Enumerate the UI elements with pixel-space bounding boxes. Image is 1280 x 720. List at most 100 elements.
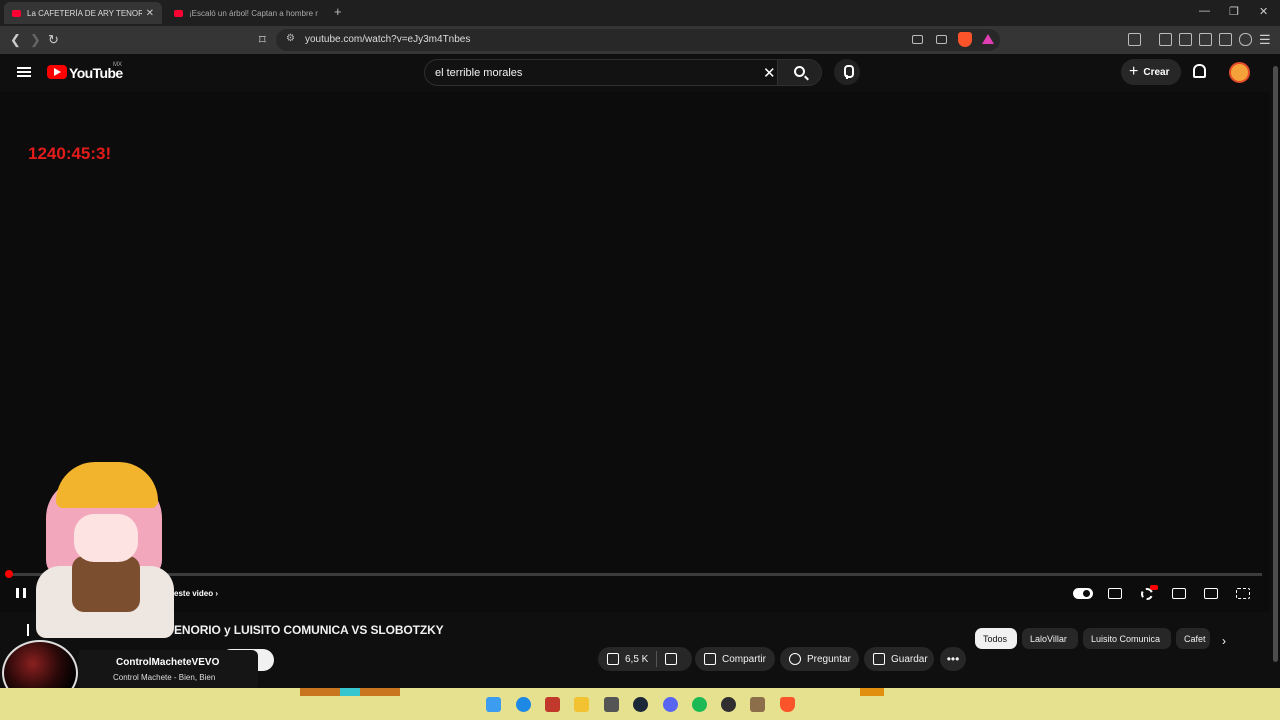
bookmark-icon[interactable]: ⌑ [259, 32, 266, 48]
save-button[interactable]: Guardar [864, 647, 934, 671]
scrollbar-thumb[interactable] [1273, 66, 1278, 662]
leo-ai-icon[interactable] [1219, 33, 1232, 46]
edge-icon[interactable] [516, 697, 531, 712]
app-cube-icon[interactable] [604, 697, 619, 712]
discord-icon[interactable] [663, 697, 678, 712]
country-code: MX [113, 62, 122, 68]
share-icon [704, 653, 716, 665]
brave-taskbar-icon[interactable] [780, 697, 795, 712]
cast-icon[interactable] [912, 35, 923, 44]
app-icon[interactable] [750, 697, 765, 712]
tab-close-icon[interactable]: ✕ [146, 8, 154, 19]
window-close-icon[interactable]: ✕ [1259, 5, 1268, 18]
search-icon [794, 66, 805, 77]
obs-icon[interactable] [721, 697, 736, 712]
progress-bar[interactable] [8, 573, 1262, 576]
vtuber-face [74, 514, 138, 562]
app-icon[interactable] [545, 697, 560, 712]
like-divider [656, 651, 658, 667]
tab-title: La CAFETERÍA DE ARY TENORIO [27, 8, 142, 18]
voice-search-icon[interactable] [834, 59, 860, 85]
youtube-header: YouTube MX el terrible morales ✕ + Crear [0, 54, 1270, 92]
minimize-icon[interactable]: — [1199, 5, 1210, 17]
chip-label: LaloVillar [1030, 633, 1067, 644]
forward-icon[interactable]: ❯ [30, 32, 41, 48]
thumbs-down-icon[interactable] [665, 653, 678, 665]
sparkle-icon [789, 653, 801, 665]
youtube-favicon-icon [174, 9, 183, 17]
media-icon[interactable] [1159, 33, 1172, 46]
save-label: Guardar [891, 653, 928, 665]
like-dislike-group[interactable]: 6,5 K [598, 647, 692, 671]
windows-start-icon[interactable] [486, 697, 501, 712]
tab-active[interactable]: La CAFETERÍA DE ARY TENORIO ✕ [4, 2, 162, 24]
reading-list-icon[interactable] [1128, 33, 1141, 46]
brave-shields-icon[interactable] [958, 32, 972, 47]
new-tab-icon[interactable]: + [334, 4, 342, 19]
page-scrollbar[interactable] [1270, 54, 1280, 688]
search-input[interactable]: el terrible morales [435, 67, 522, 79]
video-title: ENORIO y LUISITO COMUNICA VS SLOBOTZKY [174, 623, 444, 637]
hd-badge [1150, 585, 1158, 590]
now-playing-card [78, 650, 258, 690]
steam-icon[interactable] [633, 697, 648, 712]
hamburger-menu-icon[interactable] [17, 67, 31, 77]
browser-tab-strip: La CAFETERÍA DE ARY TENORIO ✕ ¡Escaló un… [0, 0, 1280, 26]
thumbs-up-icon[interactable] [607, 653, 619, 665]
tab-inactive[interactable]: ¡Escaló un árbol! Captan a hombre ru [166, 2, 326, 24]
clear-search-icon[interactable]: ✕ [763, 64, 776, 82]
title-mark [27, 624, 29, 636]
share-button[interactable]: Compartir [695, 647, 775, 671]
scrubber-handle[interactable] [5, 570, 13, 578]
pause-icon[interactable] [16, 588, 26, 598]
more-actions-button[interactable]: ••• [940, 647, 966, 671]
back-icon[interactable]: ❮ [10, 32, 21, 48]
search-box[interactable]: el terrible morales ✕ [424, 59, 822, 86]
site-info-icon[interactable]: ⚙ [286, 33, 295, 44]
chip-label: Todos [983, 633, 1008, 644]
ask-button[interactable]: Preguntar [780, 647, 859, 671]
chips-next-icon[interactable]: › [1222, 634, 1226, 648]
autoplay-toggle[interactable] [1073, 588, 1093, 599]
chip-cafeteria[interactable]: Cafet [1176, 628, 1210, 649]
chip-label: Luisito Comunica [1091, 633, 1161, 644]
tab-title: ¡Escaló un árbol! Captan a hombre ru [189, 8, 318, 18]
vpn-icon[interactable] [1239, 33, 1252, 46]
bookmark-save-icon [873, 653, 885, 665]
miniplayer-icon[interactable] [1172, 588, 1186, 599]
suggestion-text: este video [174, 589, 214, 598]
fullscreen-icon[interactable] [1236, 588, 1250, 599]
vtuber-body [72, 556, 140, 612]
address-bar[interactable]: ⚙ youtube.com/watch?v=eJy3m4Tnbes [276, 29, 1000, 51]
stream-timer-overlay: 1240:45:3! [28, 144, 112, 163]
file-explorer-icon[interactable] [574, 697, 589, 712]
spotify-icon[interactable] [692, 697, 707, 712]
youtube-logo-icon[interactable] [47, 65, 67, 79]
reload-icon[interactable]: ↻ [48, 32, 59, 48]
wallet-icon[interactable] [1199, 33, 1212, 46]
brave-rewards-icon[interactable] [982, 34, 994, 44]
plus-icon: + [1129, 63, 1139, 80]
ask-label: Preguntar [807, 653, 851, 665]
restore-icon[interactable]: ❐ [1229, 5, 1239, 18]
youtube-favicon-icon [12, 9, 21, 17]
menu-icon[interactable]: ☰ [1259, 32, 1271, 48]
avatar[interactable] [1229, 62, 1250, 83]
chip-todos[interactable]: Todos [975, 628, 1017, 649]
subtitles-icon[interactable] [1108, 588, 1122, 599]
video-player[interactable]: 1240:45:3! este video › [0, 92, 1270, 612]
url-text: youtube.com/watch?v=eJy3m4Tnbes [305, 34, 471, 45]
search-button[interactable] [777, 60, 821, 85]
cast-player-icon[interactable] [1204, 588, 1218, 599]
chip-luisito-comunica[interactable]: Luisito Comunica [1083, 628, 1171, 649]
taskbar-glitch-strip [860, 688, 884, 696]
suggestion-link[interactable]: este video › [174, 589, 218, 598]
share-page-icon[interactable] [936, 35, 947, 44]
like-count: 6,5 K [625, 653, 649, 665]
sidebar-icon[interactable] [1179, 33, 1192, 46]
notifications-bell-icon[interactable] [1193, 64, 1206, 78]
taskbar-glitch-strip [340, 688, 360, 696]
browser-toolbar: ❮ ❯ ↻ ⌑ ⚙ youtube.com/watch?v=eJy3m4Tnbe… [0, 26, 1280, 54]
chip-lalovillar[interactable]: LaloVillar [1022, 628, 1078, 649]
create-button[interactable]: + Crear [1121, 59, 1181, 85]
